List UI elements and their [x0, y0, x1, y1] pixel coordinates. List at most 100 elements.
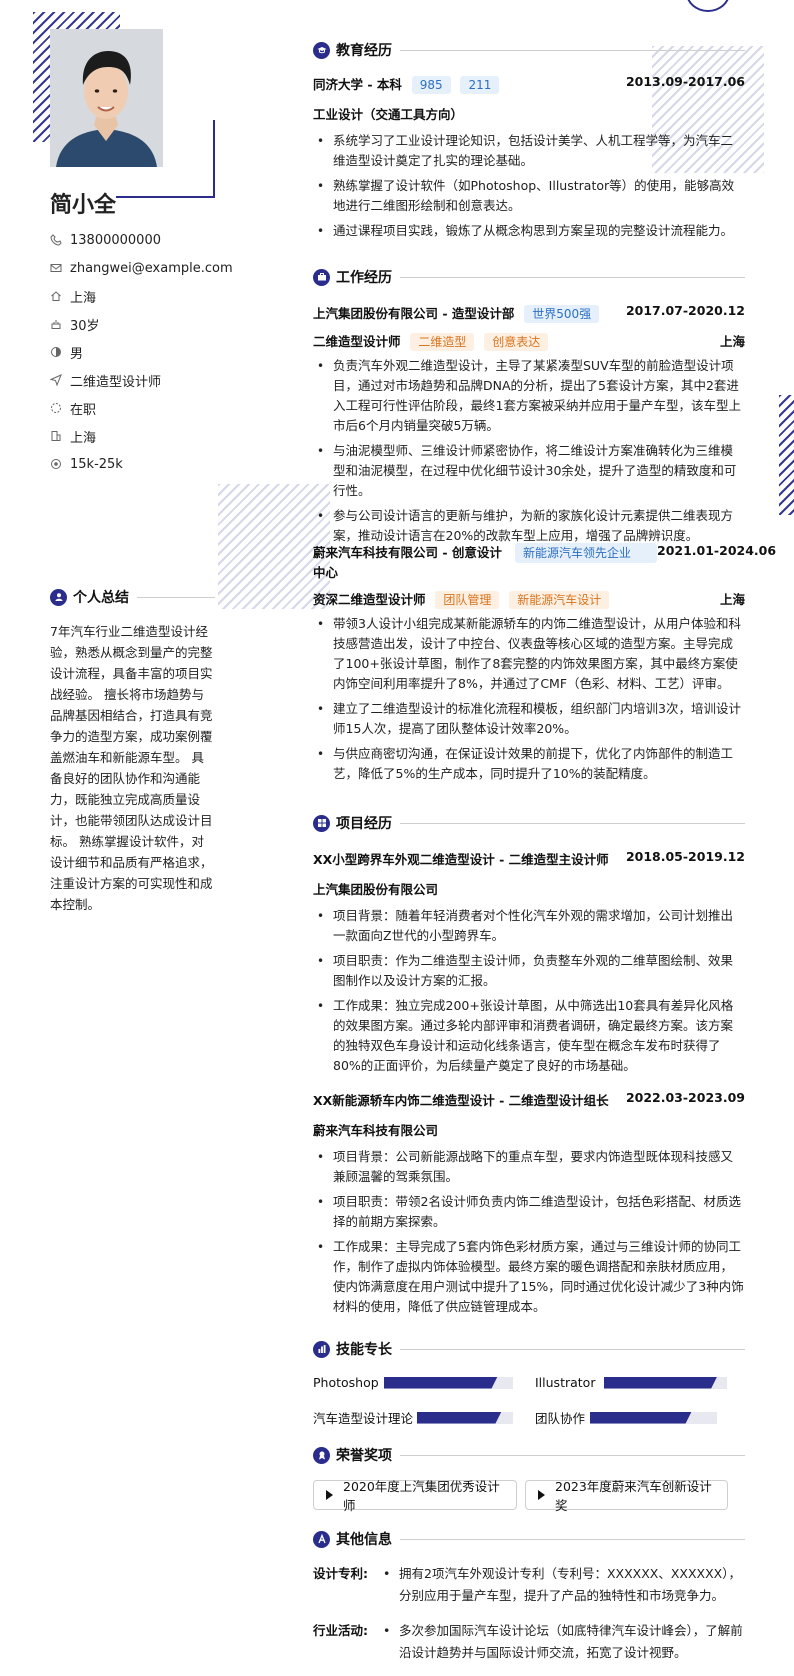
other-text: 多次参加国际汽车设计论坛（如底特律汽车设计峰会），了解前沿设计趋势并与国际设计师… — [379, 1620, 745, 1664]
info-text: zhangwei@example.com — [70, 260, 233, 276]
list-item: 项目职责：带领2名设计师负责内饰二维造型设计，包括色彩搭配、材质选择的前期方案探… — [313, 1192, 745, 1232]
list-item: 通过课程项目实践，锻炼了从概念构思到方案呈现的完整设计流程能力。 — [313, 221, 745, 241]
skill-name: 汽车造型设计理论 — [313, 1411, 414, 1426]
school-tag: 211 — [460, 76, 500, 94]
list-item: 建立了二维造型设计的标准化流程和模板，组织部门内培训3次，培训设计师15人次，提… — [313, 699, 745, 739]
money-icon — [50, 458, 70, 470]
projects-section-title: 项目经历 — [313, 813, 745, 833]
job-bullets: 带领3人设计小组完成某新能源轿车的内饰二维造型设计，从用户体验和科技感营造出发，… — [313, 614, 745, 789]
info-position: 二维造型设计师 — [50, 366, 233, 394]
info-text: 30岁 — [70, 318, 100, 334]
list-item: 项目背景：公司新能源战略下的重点车型，要求内饰造型既体现科技感又兼顾温馨的驾乘氛… — [313, 1147, 745, 1187]
list-item: 带领3人设计小组完成某新能源轿车的内饰二维造型设计，从用户体验和科技感营造出发，… — [313, 614, 745, 694]
role-tag: 创意表达 — [484, 333, 549, 351]
other-text: 拥有2项汽车外观设计专利（专利号：XXXXXX、XXXXXX），分别应用于量产车… — [379, 1563, 745, 1607]
gender-icon — [50, 346, 70, 358]
section-label: 项目经历 — [336, 816, 392, 832]
section-divider — [137, 596, 215, 598]
other-section-title: 其他信息 — [313, 1529, 745, 1549]
play-icon — [326, 1490, 333, 1500]
job-header: 蔚来汽车科技有限公司 - 创意设计中心 新能源汽车领先企业 2021.01-20… — [313, 543, 776, 583]
job-city: 上海 — [719, 334, 745, 349]
role-tag: 二维造型 — [410, 333, 475, 351]
list-item: 工作成果：独立完成200+张设计草图，从中筛选出10套具有差异化风格的效果图方案… — [313, 996, 745, 1076]
info-text: 上海 — [70, 290, 97, 306]
skill-bar-fill — [590, 1412, 692, 1424]
briefcase-icon — [313, 268, 330, 286]
award-text: 2023年度蔚来汽车创新设计奖 — [555, 1479, 712, 1513]
school-tag: 985 — [411, 76, 451, 94]
job-bullets: 负责汽车外观二维造型设计，主导了某紧凑型SUV车型的前脸造型设计项目，通过对市场… — [313, 356, 745, 551]
award-item: 2023年度蔚来汽车创新设计奖 — [525, 1479, 728, 1513]
skill-bar — [590, 1411, 717, 1424]
education-entry-header: 同济大学 - 本科 985 211 2013.09-2017.06 — [313, 74, 745, 94]
info-text: 在职 — [70, 402, 97, 418]
section-label: 其他信息 — [336, 1532, 392, 1548]
skill-name: 团队协作 — [535, 1411, 586, 1426]
section-divider — [400, 822, 745, 824]
list-item: 工作成果：主导完成了5套内饰色彩材质方案，通过与三维设计师的协同工作，制作了虚拟… — [313, 1237, 745, 1317]
project-header: XX新能源轿车内饰二维造型设计 - 二维造型设计组长 2022.03-2023.… — [313, 1090, 745, 1109]
job-role-row: 资深二维造型设计师 团队管理 新能源汽车设计 上海 — [313, 589, 745, 609]
info-text: 二维造型设计师 — [70, 374, 162, 390]
grid-icon — [313, 814, 330, 832]
job-date: 2017.07-2020.12 — [625, 303, 745, 318]
list-item: 系统学习了工业设计理论知识，包括设计美学、人机工程学等，为汽车二维造型设计奠定了… — [313, 131, 745, 171]
skill-bar-fill — [604, 1377, 717, 1389]
info-age: 30岁 — [50, 310, 233, 338]
skills-section-title: 技能专长 — [313, 1339, 745, 1359]
send-icon — [50, 374, 70, 386]
decor-circle — [686, 0, 730, 12]
avatar-block — [50, 29, 215, 198]
section-label: 教育经历 — [336, 43, 392, 59]
skill-bar — [384, 1376, 513, 1389]
list-item: 与油泥模型师、三维设计师紧密协作，将二维设计方案准确转化为三维模型和油泥模型，在… — [313, 441, 745, 501]
skill-photoshop: Photoshop — [313, 1375, 513, 1390]
other-label: 行业活动: — [313, 1623, 368, 1638]
section-label: 技能专长 — [336, 1342, 392, 1358]
info-city: 上海 — [50, 422, 233, 450]
award-text: 2020年度上汽集团优秀设计师 — [343, 1479, 500, 1513]
section-divider — [400, 276, 745, 278]
skill-bar — [417, 1411, 513, 1424]
building-icon — [50, 430, 70, 442]
skill-bar — [604, 1376, 727, 1389]
skill-bar-fill — [384, 1377, 498, 1389]
translate-icon — [313, 1530, 330, 1548]
award-icon — [313, 1446, 330, 1464]
role-tag: 团队管理 — [435, 591, 500, 609]
info-status: 在职 — [50, 394, 233, 422]
info-text: 男 — [70, 346, 84, 362]
section-label: 个人总结 — [73, 590, 129, 606]
job-role: 二维造型设计师 — [313, 334, 401, 349]
bar-chart-icon — [313, 1340, 330, 1358]
section-divider — [400, 1454, 745, 1456]
job-role-row: 二维造型设计师 二维造型 创意表达 上海 — [313, 331, 745, 351]
list-item: 熟练掌握了设计软件（如Photoshop、Illustrator等）的使用，能够… — [313, 176, 745, 216]
other-label: 设计专利: — [313, 1566, 368, 1581]
info-salary: 15k-25k — [50, 450, 233, 478]
education-date: 2013.09-2017.06 — [625, 74, 745, 89]
education-bullets: 系统学习了工业设计理论知识，包括设计美学、人机工程学等，为汽车二维造型设计奠定了… — [313, 131, 745, 246]
info-phone: 13800000000 — [50, 226, 233, 254]
list-item: 与供应商密切沟通，在保证设计效果的前提下，优化了内饰部件的制造工艺，降低了5%的… — [313, 744, 745, 784]
education-major: 工业设计（交通工具方向） — [313, 107, 464, 122]
job-city: 上海 — [719, 592, 745, 607]
project-bullets: 项目背景：公司新能源战略下的重点车型，要求内饰造型既体现科技感又兼顾温馨的驾乘氛… — [313, 1147, 745, 1322]
info-text: 上海 — [70, 430, 97, 446]
skill-teamwork: 团队协作 — [535, 1408, 717, 1427]
school-name: 同济大学 - 本科 — [313, 77, 402, 92]
company-tag: 世界500强 — [524, 305, 600, 323]
info-text: 15k-25k — [70, 456, 123, 472]
project-header: XX小型跨界车外观二维造型设计 - 二维造型主设计师 2018.05-2019.… — [313, 849, 745, 868]
skill-car-design-theory: 汽车造型设计理论 — [313, 1408, 513, 1427]
contact-info-list: 13800000000 zhangwei@example.com 上海 30岁 … — [50, 226, 233, 478]
skill-name: Photoshop — [313, 1375, 379, 1390]
job-role: 资深二维造型设计师 — [313, 592, 426, 607]
section-divider — [400, 1538, 745, 1540]
role-tag: 新能源汽车设计 — [509, 591, 610, 609]
section-label: 荣誉奖项 — [336, 1448, 392, 1464]
info-location: 上海 — [50, 282, 233, 310]
section-label: 工作经历 — [336, 270, 392, 286]
section-divider — [400, 49, 745, 51]
